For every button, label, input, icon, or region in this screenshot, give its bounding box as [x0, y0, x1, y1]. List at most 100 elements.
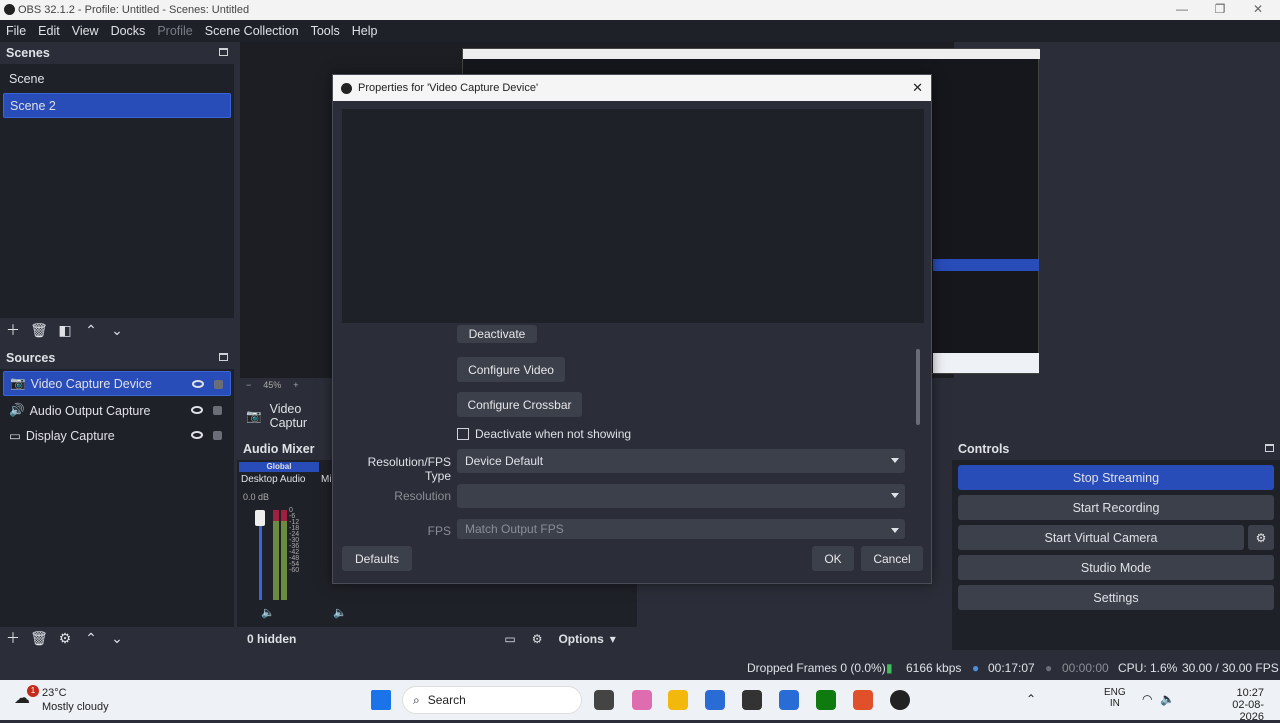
studio-mode-button[interactable]: Studio Mode: [958, 555, 1274, 580]
layout-icon[interactable]: ▭: [504, 632, 515, 646]
visibility-eye-icon[interactable]: [192, 380, 204, 388]
menu-docks[interactable]: Docks: [105, 24, 152, 38]
chevron-down-icon: [891, 458, 899, 463]
zoom-out-button[interactable]: −: [246, 380, 251, 394]
file-explorer-icon[interactable]: [668, 690, 688, 710]
scenes-list: Scene Scene 2: [0, 64, 234, 318]
menu-file[interactable]: File: [0, 24, 32, 38]
language-indicator[interactable]: ENG IN: [1104, 687, 1126, 709]
camera-icon: 📷: [10, 376, 26, 390]
minimize-button[interactable]: —: [1167, 2, 1197, 16]
zoom-in-button[interactable]: +: [293, 380, 298, 394]
gear-icon[interactable]: ⚙: [532, 632, 543, 646]
scenes-dock-header: Scenes: [0, 42, 234, 64]
time: 10:27: [1236, 687, 1264, 699]
settings-button[interactable]: Settings: [958, 585, 1274, 610]
source-item-selected[interactable]: 📷 Video Capture Device: [3, 371, 231, 396]
move-down-icon[interactable]: ⌄: [106, 630, 128, 647]
menu-help[interactable]: Help: [346, 24, 384, 38]
configure-video-button[interactable]: Configure Video: [457, 357, 565, 382]
cancel-button[interactable]: Cancel: [861, 546, 923, 571]
sources-dock-header: Sources: [0, 347, 234, 369]
menu-tools[interactable]: Tools: [305, 24, 346, 38]
menu-view[interactable]: View: [66, 24, 105, 38]
move-down-icon[interactable]: ⌄: [106, 322, 128, 339]
scene-item-selected[interactable]: Scene 2: [3, 93, 231, 118]
checkbox[interactable]: [457, 428, 469, 440]
obs-taskbar-icon[interactable]: [890, 690, 910, 710]
mute-speaker-icon[interactable]: 🔈: [261, 606, 275, 619]
copilot-icon[interactable]: [632, 690, 652, 710]
chevron-up-icon[interactable]: ⌃: [1026, 692, 1036, 706]
trash-icon[interactable]: 🗑: [28, 630, 50, 647]
global-tab[interactable]: Global: [239, 462, 319, 472]
app-icon[interactable]: [742, 690, 762, 710]
source-label: Display Capture: [25, 428, 115, 443]
xbox-icon[interactable]: [816, 690, 836, 710]
menu-scene-collection[interactable]: Scene Collection: [199, 24, 305, 38]
volume-slider-handle[interactable]: [255, 510, 265, 526]
source-toolbar-label: Video Captur: [269, 402, 308, 430]
options-button[interactable]: Options: [558, 632, 603, 646]
start-virtual-camera-button[interactable]: Start Virtual Camera: [958, 525, 1244, 550]
source-item[interactable]: 🔊 Audio Output Capture: [3, 398, 231, 423]
visibility-eye-icon[interactable]: [191, 406, 203, 414]
scene-item[interactable]: Scene: [3, 66, 231, 91]
visibility-eye-icon[interactable]: [191, 431, 203, 439]
source-item[interactable]: ▭ Display Capture: [3, 423, 231, 448]
res-fps-value: Device Default: [465, 454, 544, 468]
maximize-button[interactable]: ❐: [1205, 2, 1235, 16]
deactivate-button[interactable]: Deactivate: [457, 325, 537, 343]
gear-icon[interactable]: ⚙: [54, 630, 76, 647]
scrollbar-thumb[interactable]: [916, 349, 920, 425]
resolution-select[interactable]: [457, 484, 905, 508]
lock-icon[interactable]: [213, 431, 222, 440]
search-placeholder: Search: [427, 693, 466, 707]
source-toolbar: 📷 Video Captur: [240, 402, 340, 430]
add-icon[interactable]: ＋: [2, 320, 24, 340]
float-dock-icon[interactable]: [219, 48, 228, 56]
task-view-icon[interactable]: [594, 690, 614, 710]
source-label: Audio Output Capture: [29, 403, 151, 418]
editor-icon[interactable]: [779, 690, 799, 710]
windows-start-icon[interactable]: [371, 690, 391, 710]
close-icon[interactable]: ✕: [912, 80, 923, 96]
float-dock-icon[interactable]: [219, 353, 228, 361]
fps-select[interactable]: Match Output FPS: [457, 519, 905, 539]
taskbar-search[interactable]: ⌕ Search: [402, 686, 582, 714]
trash-icon[interactable]: 🗑: [28, 322, 50, 339]
ok-button[interactable]: OK: [812, 546, 854, 571]
title-bar: OBS 32.1.2 - Profile: Untitled - Scenes:…: [0, 0, 1280, 20]
volume-icon[interactable]: 🔈: [1160, 692, 1175, 706]
move-up-icon[interactable]: ⌃: [80, 322, 102, 339]
level-meter: [273, 510, 279, 600]
deactivate-when-not-showing[interactable]: Deactivate when not showing: [457, 427, 631, 441]
add-icon[interactable]: ＋: [2, 628, 24, 648]
start-recording-button[interactable]: Start Recording: [958, 495, 1274, 520]
window-title: OBS 32.1.2 - Profile: Untitled - Scenes:…: [18, 4, 250, 16]
monitor-icon: ▭: [9, 429, 21, 443]
res-fps-label: Resolution/FPS Type: [367, 455, 451, 483]
filter-icon[interactable]: ◧: [54, 322, 76, 339]
menu-profile[interactable]: Profile: [151, 24, 198, 38]
lock-icon[interactable]: [213, 406, 222, 415]
fps-status: 30.00 / 30.00 FPS: [1182, 660, 1279, 675]
configure-crossbar-button[interactable]: Configure Crossbar: [457, 392, 582, 417]
clock[interactable]: 10:27 02-08-2026: [1212, 687, 1264, 723]
lock-icon[interactable]: [214, 380, 223, 389]
menu-edit[interactable]: Edit: [32, 24, 66, 38]
res-fps-select[interactable]: Device Default: [457, 449, 905, 473]
wifi-icon[interactable]: ◠: [1142, 692, 1152, 706]
audio-mixer-footer: 0 hidden ▭ ⚙ Options ▾: [237, 628, 637, 650]
store-icon[interactable]: [705, 690, 725, 710]
move-up-icon[interactable]: ⌃: [80, 630, 102, 647]
controls-header: Controls: [952, 438, 1280, 460]
mute-speaker-icon[interactable]: 🔈: [333, 606, 347, 619]
properties-dialog: Properties for 'Video Capture Device' ✕ …: [332, 74, 932, 584]
virtual-camera-gear-icon[interactable]: ⚙: [1248, 525, 1274, 550]
close-window-button[interactable]: ✕: [1243, 2, 1273, 16]
float-dock-icon[interactable]: [1265, 444, 1274, 452]
stop-streaming-button[interactable]: Stop Streaming: [958, 465, 1274, 490]
brave-browser-icon[interactable]: [853, 690, 873, 710]
defaults-button[interactable]: Defaults: [342, 546, 412, 571]
